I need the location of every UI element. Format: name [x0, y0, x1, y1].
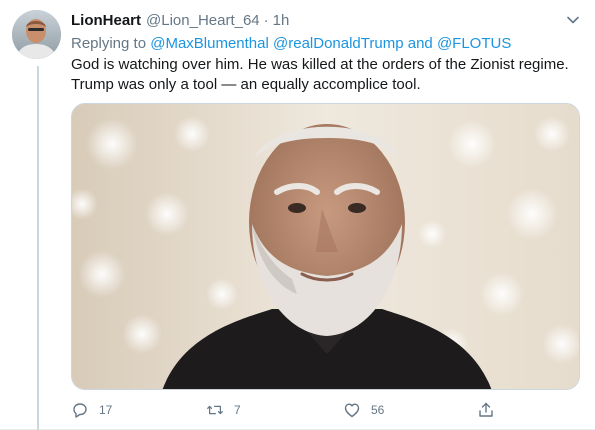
retweet-count: 7 [234, 403, 241, 417]
tweet-actions: 17 7 56 [71, 398, 501, 422]
chevron-down-icon[interactable] [563, 10, 583, 30]
share-button[interactable] [477, 398, 505, 422]
replying-to-line: Replying to @MaxBlumenthal @realDonaldTr… [71, 34, 511, 54]
display-name[interactable]: LionHeart [71, 11, 141, 31]
share-icon [477, 401, 495, 419]
reply-count: 17 [99, 403, 113, 417]
tweet-timestamp[interactable]: 1h [273, 11, 290, 31]
mention-link[interactable]: @MaxBlumenthal [150, 35, 269, 52]
replying-and[interactable]: and [408, 35, 433, 52]
tweet-header: LionHeart @Lion_Heart_64 · 1h [71, 11, 289, 31]
tweet[interactable]: LionHeart @Lion_Heart_64 · 1h Replying t… [0, 0, 595, 430]
like-button[interactable]: 56 [343, 398, 384, 422]
avatar[interactable] [12, 10, 61, 59]
replying-prefix: Replying to [71, 35, 147, 52]
thread-line [37, 66, 39, 430]
reply-button[interactable]: 17 [71, 398, 112, 422]
mention-link[interactable]: @realDonaldTrump [273, 35, 404, 52]
tweet-image[interactable] [71, 103, 580, 390]
retweet-button[interactable]: 7 [206, 398, 241, 422]
user-handle[interactable]: @Lion_Heart_64 [146, 11, 260, 31]
tweet-text: God is watching over him. He was killed … [71, 56, 569, 93]
like-count: 56 [371, 403, 385, 417]
header-separator: · [263, 12, 269, 29]
retweet-icon [206, 401, 224, 419]
reply-icon [71, 401, 89, 419]
heart-icon [343, 401, 361, 419]
mention-link[interactable]: @FLOTUS [437, 35, 511, 52]
